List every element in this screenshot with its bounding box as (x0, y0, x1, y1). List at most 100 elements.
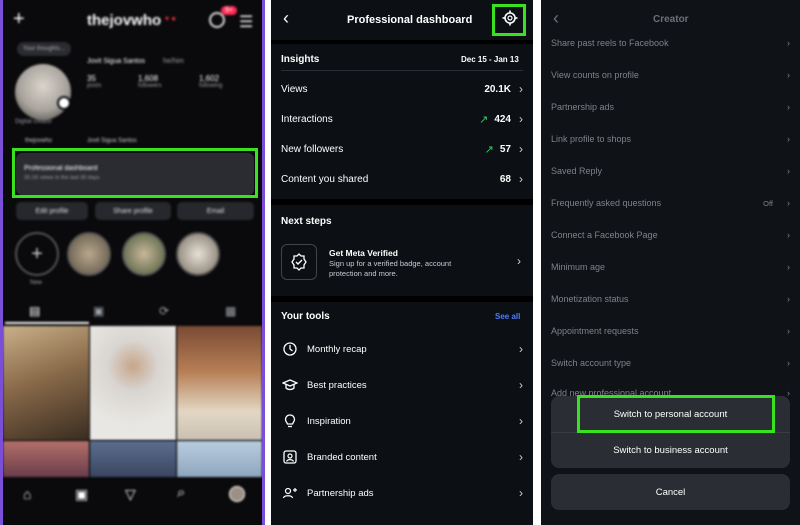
setting-row[interactable]: Monetization status › (551, 294, 790, 304)
setting-row[interactable]: Switch account type › (551, 358, 790, 368)
lightbulb-icon (281, 412, 299, 430)
chevron-right-icon: › (787, 70, 790, 80)
highlight-story-3[interactable] (176, 232, 220, 276)
tool-branded-content[interactable]: Branded content › (281, 446, 523, 468)
creator-title: Creator (653, 14, 689, 25)
back-chevron-icon[interactable]: ‹ (553, 8, 559, 29)
chevron-right-icon: › (519, 82, 523, 96)
stat-label: following (199, 83, 223, 89)
insight-row-interactions[interactable]: Interactions ↗ 424 › (281, 112, 523, 126)
meta-verified-card[interactable]: Get Meta Verified Sign up for a verified… (281, 242, 523, 284)
add-story-icon[interactable] (57, 96, 71, 110)
notification-badge: 9+ (221, 6, 237, 15)
stat-followers[interactable]: 1,608 followers (138, 74, 162, 89)
new-story-button[interactable]: + (15, 232, 59, 276)
post-thumbnail[interactable] (177, 441, 262, 477)
reposts-tab-icon[interactable]: ⟳ (159, 304, 169, 318)
divider (271, 296, 533, 302)
insight-row-content-shared[interactable]: Content you shared 68 › (281, 172, 523, 186)
insights-underline (281, 70, 523, 71)
reels-tab-icon[interactable]: ▣ (93, 304, 104, 318)
setting-label: View counts on profile (551, 70, 639, 80)
trend-up-icon: ↗ (479, 113, 489, 126)
thought-bubble[interactable]: Your thoughts... (17, 42, 71, 56)
post-thumbnail[interactable] (3, 326, 89, 440)
chevron-right-icon: › (787, 294, 790, 304)
home-icon[interactable]: ⌂ (23, 486, 31, 502)
share-profile-button[interactable]: Share profile (95, 202, 171, 220)
tool-monthly-recap[interactable]: Monthly recap › (281, 338, 523, 360)
post-thumbnail[interactable] (90, 326, 176, 440)
reels-icon[interactable]: ▣ (75, 486, 88, 503)
highlight-story-1[interactable] (67, 232, 111, 276)
dashboard-highlight (12, 148, 258, 198)
setting-row[interactable]: Saved Reply › (551, 166, 790, 176)
partnership-icon (281, 484, 299, 502)
see-all-link[interactable]: See all (495, 312, 520, 321)
stat-number: 1,608 (138, 74, 159, 83)
chevron-right-icon: › (787, 166, 790, 176)
setting-row[interactable]: Frequently asked questions Off › (551, 198, 790, 208)
profile-avatar-icon[interactable] (229, 486, 245, 502)
highlight-story-2[interactable] (122, 232, 166, 276)
insight-row-new-followers[interactable]: New followers ↗ 57 › (281, 142, 523, 156)
insight-label: Views (281, 83, 308, 95)
grid-tab-icon[interactable]: ▤ (29, 304, 40, 318)
post-thumbnail[interactable] (177, 326, 262, 440)
tool-label: Monthly recap (307, 343, 367, 355)
username-title[interactable]: thejovwho (87, 12, 161, 29)
email-button[interactable]: Email (177, 202, 254, 220)
send-icon[interactable]: ▽ (125, 486, 136, 503)
chevron-right-icon: › (787, 230, 790, 240)
facebook-name-link[interactable]: Jovit Sigua Santos (87, 138, 137, 144)
setting-row[interactable]: Minimum age › (551, 262, 790, 272)
chevron-right-icon: › (519, 414, 523, 428)
chevron-right-icon: › (787, 358, 790, 368)
dashboard-title: Professional dashboard (347, 14, 473, 26)
stat-following[interactable]: 1,602 following (199, 74, 222, 89)
chevron-right-icon: › (787, 134, 790, 144)
insight-label: Interactions (281, 113, 333, 125)
setting-row[interactable]: Appointment requests › (551, 326, 790, 336)
stat-number: 35 (87, 74, 96, 83)
date-range[interactable]: Dec 15 - Jan 13 (461, 55, 519, 64)
threads-handle-link[interactable]: thejovwho (25, 138, 52, 144)
your-tools-heading: Your tools (281, 311, 330, 322)
stat-posts[interactable]: 35 posts (87, 74, 101, 89)
post-thumbnail[interactable] (3, 441, 89, 477)
switch-personal-highlight (577, 395, 775, 433)
cancel-button[interactable]: Cancel (551, 474, 790, 510)
setting-label: Frequently asked questions (551, 198, 662, 208)
back-chevron-icon[interactable]: ‹ (283, 8, 289, 29)
setting-label: Appointment requests (551, 326, 639, 336)
creator-settings-screen: ‹ Creator Share past reels to Facebook › … (541, 0, 800, 525)
category: Digital creator (15, 119, 53, 125)
add-icon[interactable]: + (13, 8, 25, 31)
post-thumbnail[interactable] (90, 441, 176, 477)
tool-best-practices[interactable]: Best practices › (281, 374, 523, 396)
insight-row-views[interactable]: Views 20.1K › (281, 82, 523, 96)
switch-business-button[interactable]: Switch to business account (551, 432, 790, 468)
setting-label: Link profile to shops (551, 134, 632, 144)
tool-label: Inspiration (307, 415, 351, 427)
settings-gear-icon[interactable] (502, 10, 518, 31)
setting-row[interactable]: Share past reels to Facebook › (551, 38, 790, 48)
setting-row[interactable]: Connect a Facebook Page › (551, 230, 790, 240)
tool-label: Branded content (307, 451, 377, 463)
setting-row[interactable]: Partnership ads › (551, 102, 790, 112)
edit-profile-button[interactable]: Edit profile (16, 202, 88, 220)
pronoun: he/him (163, 58, 185, 65)
search-icon[interactable]: ⌕ (177, 484, 185, 501)
setting-label: Switch account type (551, 358, 632, 368)
menu-icon[interactable]: ☰ (239, 12, 253, 32)
tool-inspiration[interactable]: Inspiration › (281, 410, 523, 432)
tagged-tab-icon[interactable]: ▦ (225, 304, 236, 318)
tool-partnership-ads[interactable]: Partnership ads › (281, 482, 523, 504)
setting-label: Connect a Facebook Page (551, 230, 658, 240)
chevron-down-icon[interactable]: ▾ ● (165, 14, 176, 23)
chevron-right-icon: › (517, 254, 521, 268)
profile-screen: + thejovwho ▾ ● 9+ ☰ Your thoughts... Jo… (0, 0, 265, 525)
setting-row[interactable]: Link profile to shops › (551, 134, 790, 144)
setting-row[interactable]: View counts on profile › (551, 70, 790, 80)
avatar[interactable] (15, 64, 71, 120)
